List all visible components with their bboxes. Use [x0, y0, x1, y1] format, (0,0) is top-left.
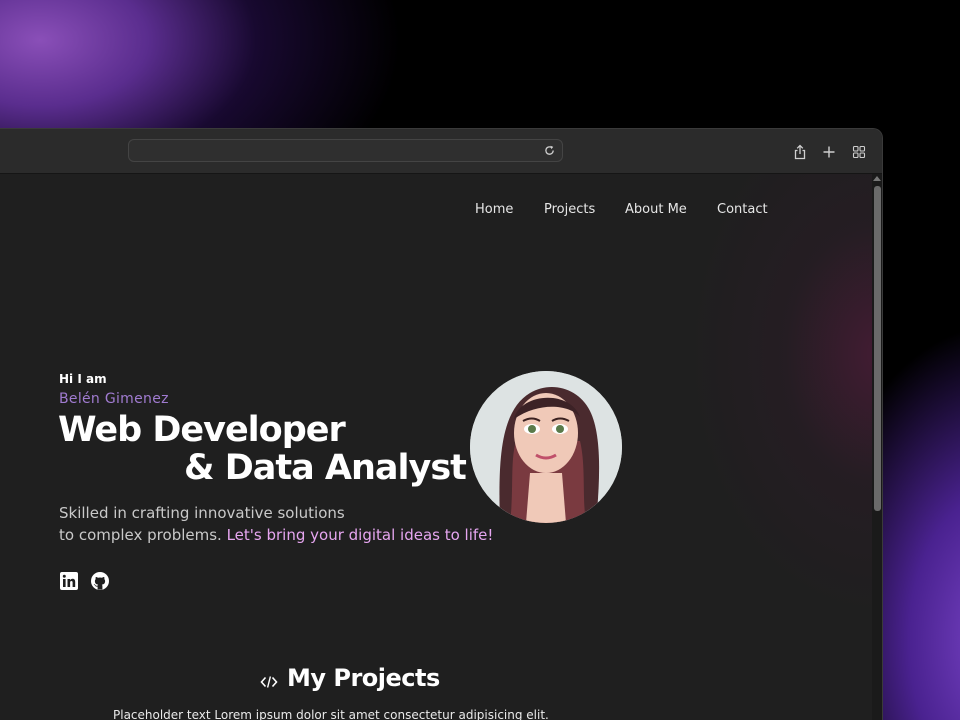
nav-contact[interactable]: Contact: [717, 202, 768, 217]
scroll-up-arrow[interactable]: [873, 176, 881, 181]
nav-projects[interactable]: Projects: [544, 202, 595, 217]
nav-about-me[interactable]: About Me: [625, 202, 687, 217]
page-content: Home Projects About Me Contact Hi I am B…: [0, 174, 872, 720]
hero-title-line1: Web Developer: [58, 410, 346, 450]
hero-description-line1: Skilled in crafting innovative solutions: [59, 504, 345, 522]
hero-description-text: to complex problems.: [59, 526, 227, 544]
share-icon[interactable]: [792, 144, 808, 160]
hero-greeting: Hi I am: [59, 372, 107, 386]
browser-toolbar: [0, 129, 882, 174]
profile-illustration: [470, 371, 622, 523]
code-icon: [260, 676, 278, 688]
tab-overview-icon[interactable]: [851, 144, 867, 160]
browser-window: Home Projects About Me Contact Hi I am B…: [0, 128, 883, 720]
github-icon[interactable]: [90, 571, 110, 591]
scroll-thumb[interactable]: [874, 186, 881, 511]
address-bar[interactable]: [128, 139, 563, 162]
linkedin-icon[interactable]: [59, 571, 79, 591]
hero-name: Belén Gimenez: [59, 391, 169, 407]
hero-title-line2: & Data Analyst: [184, 448, 467, 488]
new-tab-icon[interactable]: [821, 144, 837, 160]
hero-description-highlight: Let's bring your digital ideas to life!: [226, 526, 494, 544]
projects-intro: Placeholder text Lorem ipsum dolor sit a…: [113, 708, 549, 720]
projects-heading: My Projects: [287, 664, 440, 692]
page-scrollbar[interactable]: [872, 174, 882, 720]
reload-icon[interactable]: [543, 144, 556, 157]
nav-home[interactable]: Home: [475, 202, 513, 217]
profile-avatar: [470, 371, 622, 523]
hero-description-line2: to complex problems. Let's bring your di…: [59, 526, 493, 544]
